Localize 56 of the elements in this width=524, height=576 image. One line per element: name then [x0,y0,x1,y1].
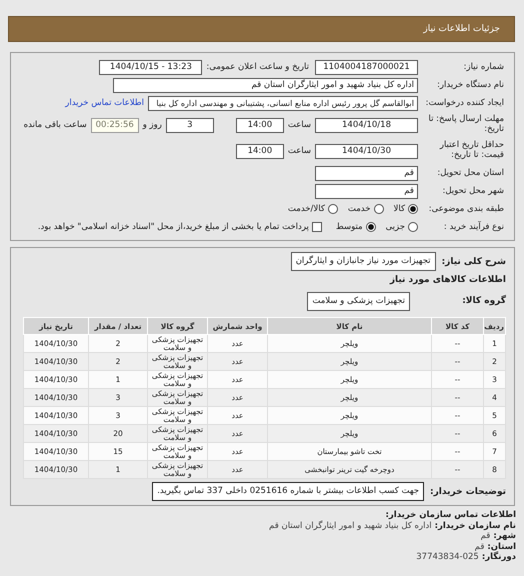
contact-label: نام سازمان خریدار: [434,520,516,531]
remaining-time-field: 00:25:56 [90,118,139,132]
page-title: جزئیات اطلاعات نیاز [423,24,500,34]
summary-field: تجهیزات مورد نیاز جانبازان و ایثارگران [290,252,436,271]
field-label: شهر محل تحویل: [441,186,505,196]
province-field: قم [315,166,418,180]
goods-group-field: تجهیزات پزشکی و سلامت [307,292,410,310]
field-label: حداقل تاریخ اعتبار قیمت: تا تاریخ: [438,141,505,161]
buyer-notes-field: جهت کسب اطلاعات بیشتر با شماره 0251616 داخلی 337 تماس بگیرید. [152,482,424,501]
contact-value: اداره کل بنیاد شهید و امور ایثارگران استان قم [269,520,432,531]
radio-label: کالا [394,204,405,214]
days-field: 3 [166,118,214,132]
radio-label: خدمت [348,204,371,214]
radio-label: جزیی [386,222,405,232]
time-label: ساعت [288,146,311,156]
validity-date-field: 1404/10/30 [315,144,418,158]
time-label: ساعت [288,120,311,130]
field-label: طبقه بندی موضوعی: [428,204,505,214]
checkbox[interactable] [312,222,322,232]
field-label: استان محل تحویل: [436,168,505,178]
field-label: گروه کالا: [461,296,507,306]
contact-value: قم [480,531,490,542]
deadline-date-field: 1404/10/18 [315,118,418,132]
field-label: تاریخ و ساعت اعلان عمومی: [206,62,309,72]
deadline-time-field: 14:00 [236,118,284,132]
field-label: شماره نیاز: [462,62,505,72]
radio-button[interactable] [366,222,376,232]
days-label: روز و [142,120,162,130]
contact-label: استان: [487,542,516,552]
radio-label: کالا/خدمت [288,204,325,214]
radio-label: متوسط [336,222,363,232]
contact-label: دورنگار: [482,552,516,562]
section-title: اطلاعات کالاهای مورد نیاز [390,275,507,285]
radio-button[interactable] [408,222,418,232]
contact-title: اطلاعات تماس سازمان خریدار: [384,510,516,520]
field-label: نوع فرآیند خرید : [442,222,505,232]
contact-value: 37743834-025 [416,552,479,562]
field-label: نام دستگاه خریدار: [436,80,505,90]
field-label: شرح کلی نیاز: [442,256,507,266]
contact-value: قم [474,542,484,552]
need-number-field: 1104004187000021 [315,60,418,74]
announce-date-field: 1404/10/15 - 13:23 [99,60,202,74]
field-label: ایجاد کننده درخواست: [424,98,505,108]
field-label: مهلت ارسال پاسخ: تا تاریخ: [428,115,505,135]
city-field: قم [315,184,418,198]
contact-label: شهر: [493,531,516,542]
requester-field: ابوالقاسم گل پرور رئیس اداره منابع انسانی، پشتیبانی و مهندسی اداره کل بنیا [148,96,418,110]
buyer-field: اداره کل بنیاد شهید و امور ایثارگران استان قم [113,78,418,92]
buyer-contact-link[interactable]: اطلاعات تماس خریدار [65,98,144,108]
checkbox-label: پرداخت تمام یا بخشی از مبلغ خرید،از محل "اسناد خزانه اسلامی" خواهد بود. [38,222,309,232]
validity-time-field: 14:00 [236,144,284,158]
radio-button[interactable] [408,204,418,214]
remaining-label: ساعت باقی مانده [24,120,87,130]
radio-button[interactable] [374,204,384,214]
radio-button[interactable] [328,204,338,214]
field-label: توضیحات خریدار: [430,486,507,496]
